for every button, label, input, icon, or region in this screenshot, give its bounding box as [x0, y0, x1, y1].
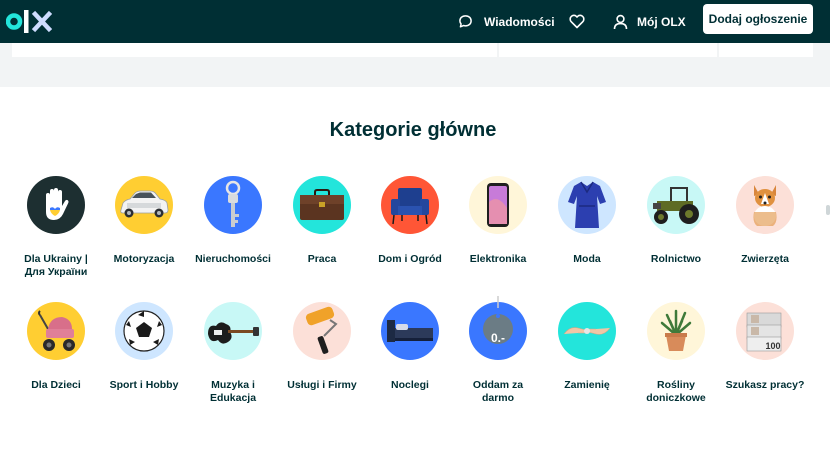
category-label: Szukasz pracy? [725, 379, 805, 391]
guitar-icon [208, 322, 259, 344]
category-rolnictwo[interactable]: Rolnictwo [628, 176, 724, 266]
car-icon [120, 190, 169, 218]
favourites-link[interactable] [569, 0, 585, 43]
smartphone-icon [487, 183, 509, 227]
category-label: Muzyka i Edukacja [209, 379, 257, 404]
account-link[interactable]: Mój OLX [613, 0, 686, 43]
category-icon-circle [204, 176, 262, 234]
bed-icon [387, 320, 433, 342]
category-icon-circle [558, 176, 616, 234]
category-label: Zwierzęta [741, 253, 789, 265]
category-oddam-za-darmo[interactable]: 0.- Oddam za darmo [450, 296, 546, 405]
category-label: Sport i Hobby [109, 379, 179, 391]
category-icon-circle [381, 302, 439, 360]
top-header: Wiadomości Mój OLX Dodaj ogłoszenie [0, 0, 830, 43]
category-icon-circle [381, 176, 439, 234]
category-label: Motoryzacja [113, 253, 175, 265]
category-label: Usługi i Firmy [287, 379, 357, 391]
category-noclegi[interactable]: Noclegi [362, 302, 458, 392]
category-muzyka-i-edukacja[interactable]: Muzyka i Edukacja [185, 302, 281, 405]
price-tag-text: 0.- [490, 331, 505, 345]
ukraine-hand-icon [46, 188, 69, 220]
briefcase-icon [300, 189, 344, 220]
category-icon-circle [115, 302, 173, 360]
category-label: Praca [307, 253, 337, 265]
category-label: Rośliny doniczkowe [646, 379, 706, 404]
category-icon-circle [293, 302, 351, 360]
category-sport-i-hobby[interactable]: Sport i Hobby [96, 302, 192, 392]
category-label: Elektronika [469, 253, 527, 265]
category-dla-ukrainy[interactable]: Dla Ukrainy | Для України [8, 176, 104, 279]
category-icon-circle [293, 176, 351, 234]
category-icon-circle: 0.- [469, 296, 527, 360]
category-label: Dla Ukrainy | Для України [24, 253, 88, 278]
category-zamienie[interactable]: Zamienię [539, 302, 635, 392]
section-title: Kategorie główne [329, 119, 497, 141]
content-card [499, 43, 717, 57]
category-elektronika[interactable]: Elektronika [450, 176, 546, 266]
category-label: Dom i Ogród [378, 253, 442, 265]
category-label: Moda [573, 253, 601, 265]
category-moda[interactable]: Moda [539, 176, 635, 266]
stroller-icon [38, 310, 75, 351]
category-icon-circle [27, 302, 85, 360]
category-rosliny-doniczkowe[interactable]: Rośliny doniczkowe [628, 302, 724, 405]
category-icon-circle [115, 176, 173, 234]
category-praca[interactable]: Praca [274, 176, 370, 266]
chat-bubble-icon [459, 15, 472, 28]
category-icon-circle [27, 176, 85, 234]
category-uslugi-i-firmy[interactable]: Usługi i Firmy [274, 302, 370, 392]
tractor-icon [653, 187, 699, 224]
category-nieruchomosci[interactable]: Nieruchomości [185, 176, 281, 266]
post-ad-button[interactable]: Dodaj ogłoszenie [703, 4, 813, 34]
olx-logo[interactable] [6, 9, 52, 34]
category-icon-circle [469, 176, 527, 234]
category-label: Rolnictwo [650, 253, 702, 265]
user-icon [613, 14, 628, 29]
heart-icon [569, 14, 585, 29]
exchange-hands-icon [563, 327, 611, 335]
messages-link[interactable]: Wiadomości [458, 0, 555, 43]
content-card [719, 43, 813, 57]
category-icon-circle: 100 [736, 302, 794, 360]
category-szukasz-pracy[interactable]: 100 Szukasz pracy? [717, 302, 813, 392]
messages-label: Wiadomości [484, 14, 555, 29]
key-icon [225, 180, 241, 227]
dog-icon [753, 185, 777, 226]
category-icon-circle [204, 302, 262, 360]
category-motoryzacja[interactable]: Motoryzacja [96, 176, 192, 266]
category-label: Nieruchomości [195, 253, 271, 265]
category-label: Dla Dzieci [31, 379, 81, 391]
scroll-edge [826, 205, 830, 215]
category-dla-dzieci[interactable]: Dla Dzieci [8, 302, 104, 392]
previous-section-band [0, 43, 830, 87]
paint-roller-icon [305, 306, 338, 354]
category-dom-i-ogrod[interactable]: Dom i Ogród [362, 176, 458, 266]
category-label: Zamienię [564, 379, 610, 391]
content-card [12, 43, 497, 57]
category-label: Oddam za darmo [472, 379, 524, 404]
category-zwierzeta[interactable]: Zwierzęta [717, 176, 813, 266]
banknote-value: 100 [765, 341, 781, 351]
potted-plant-icon [660, 309, 692, 351]
account-label: Mój OLX [637, 14, 686, 29]
category-icon-circle [736, 176, 794, 234]
category-icon-circle [558, 302, 616, 360]
dress-icon [568, 181, 606, 228]
armchair-icon [391, 188, 429, 225]
category-label: Noclegi [391, 379, 429, 391]
football-icon [123, 310, 165, 352]
category-icon-circle [647, 176, 705, 234]
category-icon-circle [647, 302, 705, 360]
